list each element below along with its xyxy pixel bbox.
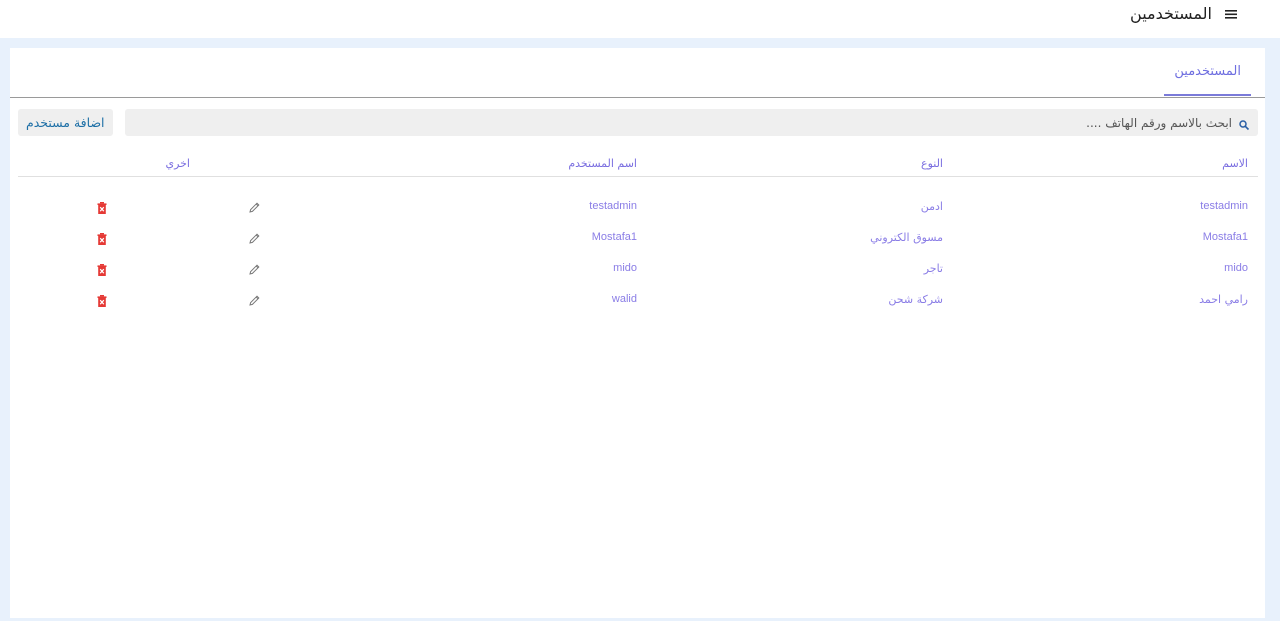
table-row-name: testadmin	[1200, 200, 1248, 212]
table-header-divider	[18, 176, 1258, 177]
search-bar	[125, 109, 1258, 136]
delete-trash-icon[interactable]	[97, 292, 109, 307]
table-row-name: mido	[1224, 262, 1248, 274]
delete-trash-icon[interactable]	[97, 230, 109, 245]
delete-trash-icon[interactable]	[97, 199, 109, 214]
column-header-other: اخري	[165, 157, 190, 170]
table-row-username: walid	[611, 293, 637, 305]
table-row-name: Mostafa1	[1202, 231, 1248, 243]
page-title: المستخدمين	[1130, 4, 1212, 23]
hamburger-menu-icon[interactable]	[1224, 6, 1238, 20]
table-row-name: رامي احمد	[1199, 293, 1248, 306]
edit-pencil-icon[interactable]	[248, 230, 260, 244]
table-row-type: تاجر	[923, 262, 943, 275]
edit-pencil-icon[interactable]	[248, 199, 260, 213]
column-header-type: النوع	[921, 157, 943, 170]
delete-trash-icon[interactable]	[97, 261, 109, 276]
table-row-username: Mostafa1	[591, 231, 637, 243]
column-header-name: الاسم	[1222, 157, 1248, 170]
tab-bar: المستخدمين	[10, 48, 1265, 98]
table-row-type: ادمن	[920, 200, 943, 213]
tab-users[interactable]: المستخدمين	[1164, 64, 1251, 96]
edit-pencil-icon[interactable]	[248, 292, 260, 306]
search-icon	[1238, 116, 1250, 131]
column-header-username: اسم المستخدم	[568, 157, 637, 170]
users-card: المستخدمين اضافة مستخدم الاسم النوع اسم …	[10, 48, 1265, 618]
table-row-username: mido	[613, 262, 637, 274]
add-user-button[interactable]: اضافة مستخدم	[18, 109, 113, 136]
table-row-type: شركة شحن	[888, 293, 943, 306]
edit-pencil-icon[interactable]	[248, 261, 260, 275]
table-row-username: testadmin	[589, 200, 637, 212]
search-input[interactable]	[137, 109, 1232, 136]
table-row-type: مسوق الكتروني	[870, 231, 943, 244]
content-area: المستخدمين اضافة مستخدم الاسم النوع اسم …	[0, 38, 1280, 621]
top-app-bar: المستخدمين	[0, 0, 1280, 38]
